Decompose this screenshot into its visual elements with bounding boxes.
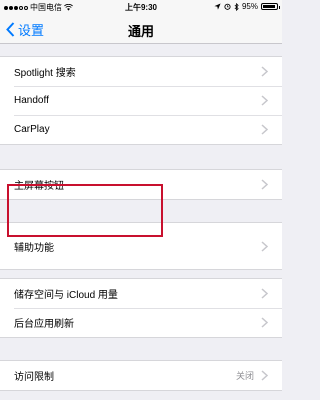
row-label: Spotlight 搜索	[14, 68, 76, 79]
location-icon	[214, 3, 221, 10]
row-restrictions[interactable]: 访问限制 关闭	[0, 361, 282, 390]
chevron-right-icon	[261, 124, 268, 135]
chevron-right-icon	[261, 317, 268, 328]
row-background-refresh[interactable]: 后台应用刷新	[0, 308, 282, 337]
chevron-right-icon	[261, 179, 268, 190]
chevron-right-icon	[261, 66, 268, 77]
row-label: 储存空间与 iCloud 用量	[14, 290, 118, 301]
row-label: 访问限制	[14, 372, 54, 383]
chevron-right-icon	[261, 95, 268, 106]
battery-fill	[263, 5, 276, 8]
highlight-box	[7, 184, 163, 237]
row-label: Handoff	[14, 95, 49, 106]
battery-percent: 95%	[241, 2, 258, 11]
bluetooth-icon	[234, 2, 239, 11]
alarm-icon	[224, 3, 231, 10]
page-title: 通用	[127, 24, 154, 39]
settings-group-storage: 储存空间与 iCloud 用量 后台应用刷新	[0, 278, 282, 338]
navigation-bar: 设置 通用	[0, 14, 282, 44]
row-carplay[interactable]: CarPlay	[0, 115, 282, 144]
row-handoff[interactable]: Handoff	[0, 86, 282, 115]
row-label: 辅助功能	[14, 242, 54, 254]
row-label: 后台应用刷新	[14, 319, 74, 330]
status-bar: 中国电信 上午9:30 95%	[0, 0, 282, 14]
settings-group-restrictions: 访问限制 关闭	[0, 360, 282, 391]
row-value: 关闭	[235, 371, 254, 381]
chevron-right-icon	[261, 240, 268, 252]
settings-group-features: Spotlight 搜索 Handoff CarPlay	[0, 56, 282, 145]
row-label: CarPlay	[14, 124, 50, 135]
chevron-right-icon	[261, 288, 268, 299]
battery-icon	[261, 3, 280, 10]
row-storage-icloud[interactable]: 储存空间与 iCloud 用量	[0, 279, 282, 308]
status-right: 95%	[214, 2, 280, 11]
chevron-right-icon	[261, 370, 268, 381]
row-spotlight-search[interactable]: Spotlight 搜索	[0, 57, 282, 86]
